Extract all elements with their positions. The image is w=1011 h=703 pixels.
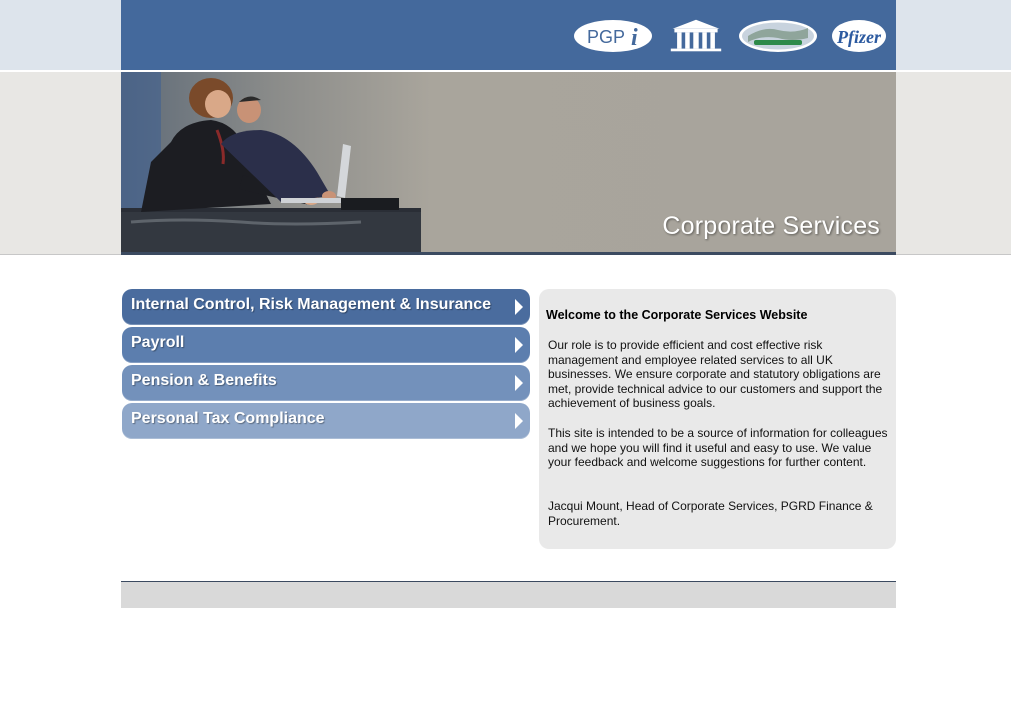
arrow-right-icon [515, 299, 523, 315]
main-navigation: Internal Control, Risk Management & Insu… [122, 289, 530, 441]
arrow-right-icon [515, 375, 523, 391]
pfizer-logo-text: Pfizer [836, 27, 882, 47]
welcome-paragraph-signature: Jacqui Mount, Head of Corporate Services… [548, 499, 873, 528]
welcome-paragraph-role: Our role is to provide efficient and cos… [548, 338, 883, 411]
nav-item-payroll[interactable]: Payroll [122, 327, 530, 363]
header-bar: PGP i Pfizer [121, 0, 896, 70]
nav-item-pension-benefits[interactable]: Pension & Benefits [122, 365, 530, 401]
nav-item-label: Payroll [131, 334, 185, 351]
nav-item-label: Internal Control, Risk Management & Insu… [131, 296, 492, 313]
globe-badge-icon[interactable] [738, 18, 818, 54]
banner-title: Corporate Services [662, 212, 880, 240]
welcome-title: Welcome to the Corporate Services Websit… [546, 308, 808, 322]
arrow-right-icon [515, 413, 523, 429]
welcome-paragraph-purpose: This site is intended to be a source of … [548, 426, 888, 470]
pgpi-logo-suffix: i [631, 25, 638, 51]
banner-bottom-border [121, 252, 896, 255]
nav-item-label: Personal Tax Compliance [131, 410, 325, 427]
pgpi-logo-text: PGP [587, 27, 625, 47]
hero-banner: Corporate Services [121, 72, 896, 254]
nav-item-personal-tax[interactable]: Personal Tax Compliance [122, 403, 530, 439]
welcome-panel: Welcome to the Corporate Services Websit… [539, 289, 896, 549]
nav-item-label: Pension & Benefits [131, 372, 277, 389]
pgpi-logo[interactable]: PGP i [573, 18, 653, 54]
pfizer-logo[interactable]: Pfizer [831, 18, 887, 54]
institution-building-icon[interactable] [664, 18, 728, 54]
arrow-right-icon [515, 337, 523, 353]
nav-item-internal-control[interactable]: Internal Control, Risk Management & Insu… [122, 289, 530, 325]
footer-bar [121, 582, 896, 608]
